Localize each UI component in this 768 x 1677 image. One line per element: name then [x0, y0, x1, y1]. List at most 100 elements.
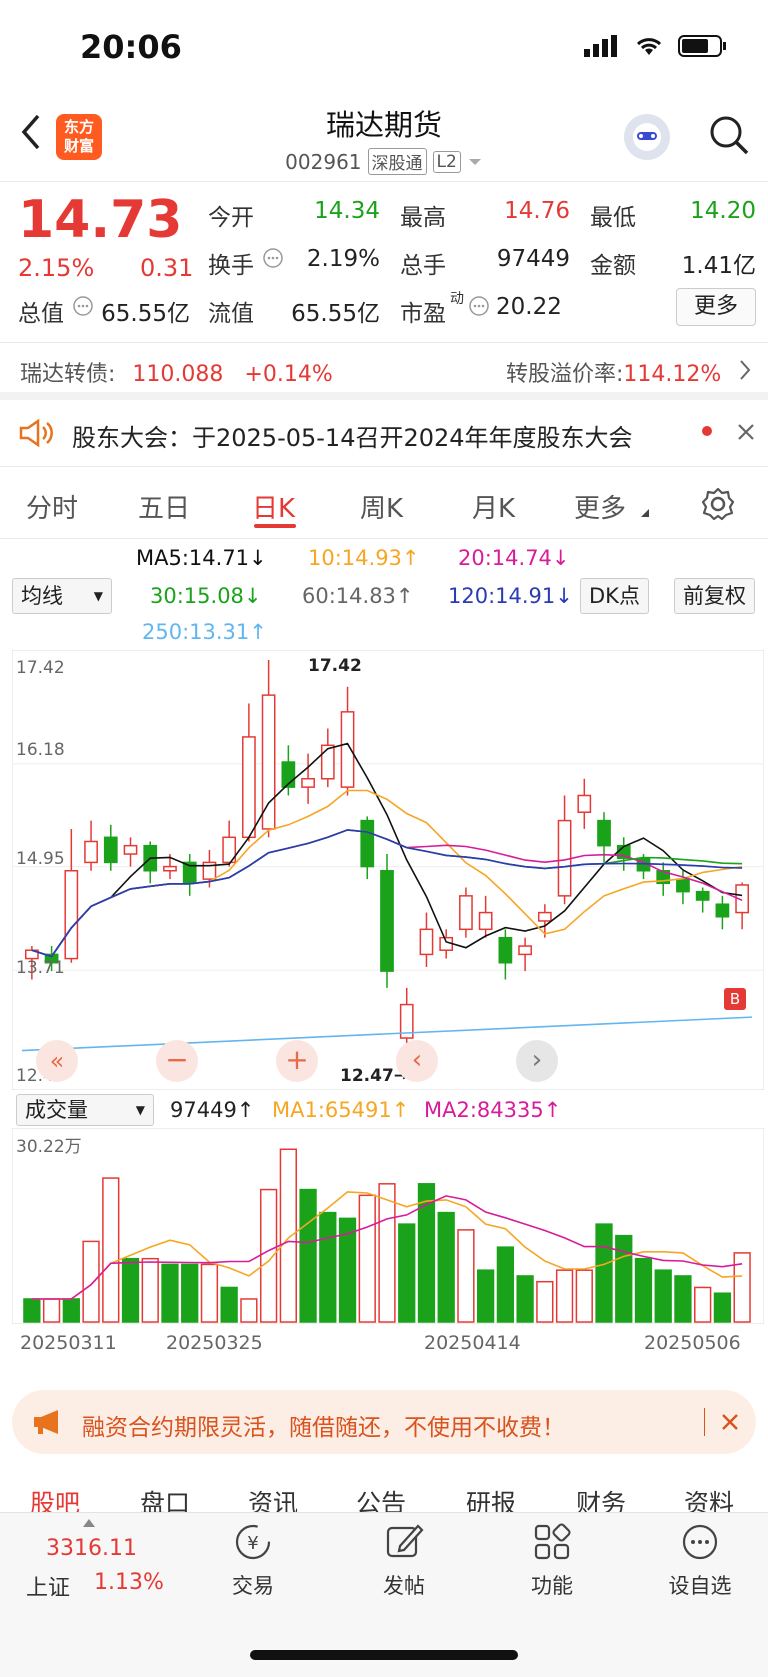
- index-value[interactable]: 3316.11: [46, 1536, 137, 1561]
- candle-body: [64, 870, 79, 960]
- chevron-right-icon[interactable]: [738, 358, 752, 382]
- grid-apps-icon: [534, 1523, 571, 1560]
- volume-bar: [23, 1298, 41, 1323]
- volume-bar: [674, 1275, 692, 1323]
- volume-max-label: 30.22万: [16, 1137, 82, 1157]
- bond-price: 110.088: [132, 362, 224, 387]
- info-icon[interactable]: [468, 295, 490, 317]
- trade-button[interactable]: ¥: [226, 1522, 280, 1566]
- x-tick-label: 20250506: [644, 1332, 741, 1354]
- more-button[interactable]: 更多: [676, 288, 756, 326]
- chevron-left-icon: ‹: [411, 1045, 423, 1075]
- mktcap-value: 65.55亿: [101, 301, 190, 327]
- candle-body: [103, 836, 118, 864]
- candle-body: [577, 794, 592, 813]
- candle-body: [419, 928, 434, 956]
- volume-bar: [141, 1257, 159, 1323]
- battery-icon: [678, 35, 726, 57]
- volume-bar: [299, 1188, 317, 1323]
- home-indicator: [250, 1650, 518, 1660]
- high-annotation: 17.42: [308, 656, 362, 676]
- x-tick-label: 20250414: [424, 1332, 521, 1354]
- close-icon[interactable]: [720, 1412, 740, 1432]
- ma10-readout: 10:14.93↑: [308, 546, 420, 570]
- info-icon[interactable]: [262, 247, 284, 269]
- scroll-right-button[interactable]: ›: [516, 1040, 558, 1082]
- notice-text[interactable]: 股东大会：于2025-05-14召开2024年年度股东大会: [72, 418, 633, 453]
- volume-bar: [378, 1183, 396, 1323]
- ma30-readout: 30:15.08↓: [150, 584, 262, 608]
- divider: [0, 538, 768, 539]
- tab-weekly-k[interactable]: 周K: [360, 488, 403, 525]
- adjust-button[interactable]: 前复权: [674, 578, 755, 614]
- volume-bar: [181, 1263, 199, 1323]
- signal-icon: [584, 35, 617, 57]
- ma60-readout: 60:14.83↑: [302, 584, 414, 608]
- robot-assistant-avatar[interactable]: [624, 114, 670, 160]
- ma5-readout: MA5:14.71↓: [136, 546, 267, 570]
- gear-icon[interactable]: [700, 486, 736, 522]
- volume-bar: [42, 1298, 61, 1323]
- indicator-select[interactable]: 均线 ▼: [12, 578, 112, 614]
- tab-daily-k[interactable]: 日K: [252, 488, 295, 525]
- volume-bar: [516, 1275, 534, 1323]
- volume-select-label: 成交量: [25, 1098, 88, 1122]
- post-button[interactable]: [384, 1522, 424, 1566]
- svg-text:¥: ¥: [247, 1533, 258, 1554]
- scroll-far-left-button[interactable]: «: [36, 1040, 78, 1082]
- candle-body: [242, 736, 256, 839]
- bond-label: 瑞达转债:: [20, 362, 116, 387]
- dk-point-button[interactable]: DK点: [580, 578, 649, 614]
- scroll-left-button[interactable]: ‹: [396, 1040, 438, 1082]
- add-watchlist-button[interactable]: [680, 1522, 720, 1566]
- volume-chart[interactable]: [12, 1128, 764, 1324]
- premium-row[interactable]: 转股溢价率:114.12%: [506, 356, 721, 388]
- edit-icon: [386, 1524, 424, 1558]
- search-button[interactable]: [708, 114, 750, 160]
- close-icon[interactable]: [736, 422, 756, 442]
- function-button[interactable]: [532, 1522, 572, 1566]
- watchlist-label: 设自选: [668, 1574, 732, 1598]
- caret-down-icon[interactable]: [467, 157, 483, 167]
- volume-bar: [536, 1280, 554, 1323]
- promo-text: 融资合约期限灵活，随借随还，不使用不收费！: [82, 1415, 565, 1441]
- tab-monthly-k[interactable]: 月K: [472, 488, 515, 525]
- turnover-value: 2.19%: [306, 246, 380, 272]
- minus-icon: −: [165, 1043, 189, 1076]
- candle-body: [597, 819, 611, 847]
- candle-body: [123, 844, 138, 855]
- volume-indicator-select[interactable]: 成交量 ▼: [16, 1094, 154, 1126]
- volume-bar: [259, 1188, 278, 1323]
- premium-label: 转股溢价率:: [506, 362, 624, 387]
- candle-body: [518, 945, 532, 956]
- function-label: 功能: [531, 1574, 573, 1598]
- change-amount: 0.31: [140, 254, 194, 282]
- active-tab-indicator: [254, 524, 296, 528]
- y-tick-label: 17.42: [16, 658, 65, 678]
- promo-divider: [704, 1408, 705, 1436]
- high-value: 14.76: [504, 198, 570, 224]
- pe-superscript: 动: [450, 291, 464, 307]
- zoom-out-button[interactable]: −: [156, 1040, 198, 1082]
- info-icon[interactable]: [72, 295, 94, 317]
- app-screen: { "status": {"time": "20:06"}, "header":…: [0, 0, 768, 1677]
- convertible-bond-row[interactable]: 瑞达转债: 110.088 +0.14%: [20, 356, 333, 388]
- trade-icon: ¥: [235, 1524, 271, 1560]
- volume-bar: [82, 1240, 100, 1323]
- index-percent[interactable]: 1.13%: [94, 1570, 164, 1595]
- volume-bar: [240, 1298, 258, 1323]
- candle-body: [498, 936, 513, 964]
- index-name[interactable]: 上证: [26, 1570, 70, 1602]
- buy-marker-badge[interactable]: B: [724, 988, 746, 1010]
- tab-intraday[interactable]: 分时: [26, 488, 78, 525]
- candle-body: [84, 840, 98, 864]
- level2-tag[interactable]: L2: [432, 150, 461, 173]
- tab-more[interactable]: 更多: [574, 488, 626, 525]
- tab-five-day[interactable]: 五日: [138, 488, 190, 525]
- zoom-in-button[interactable]: +: [276, 1040, 318, 1082]
- volume-bar: [437, 1211, 455, 1323]
- candlestick-chart[interactable]: [12, 650, 764, 1090]
- amount-value: 1.41亿: [681, 253, 756, 279]
- volume-bar: [200, 1263, 219, 1323]
- low-label: 最低: [590, 205, 636, 231]
